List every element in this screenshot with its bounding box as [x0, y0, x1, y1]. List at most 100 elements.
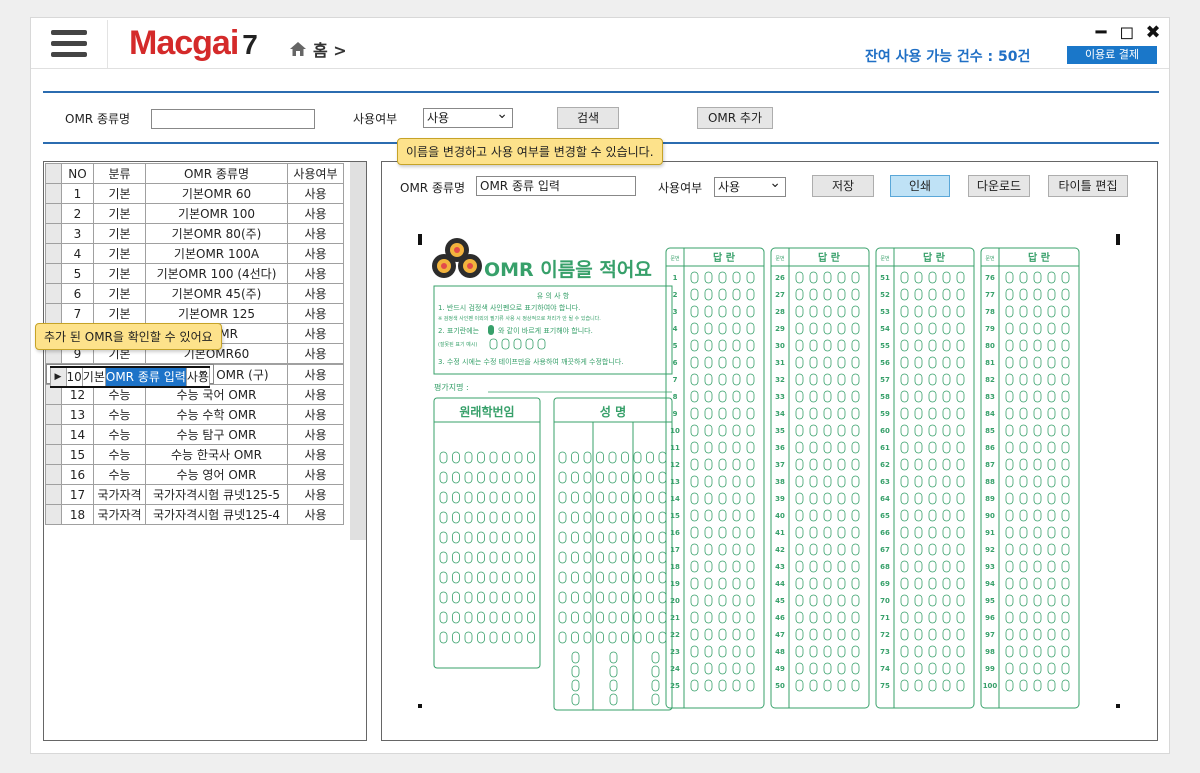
- cell-no[interactable]: 1: [61, 183, 94, 204]
- table-row[interactable]: 2 기본 기본OMR 100 사용: [45, 203, 344, 224]
- pay-button[interactable]: 이용료 결제: [1067, 46, 1157, 64]
- cell-use[interactable]: 사용: [287, 444, 344, 465]
- cell-omr-name[interactable]: 기본OMR 100 (4선다): [145, 263, 288, 284]
- cell-category[interactable]: 수능: [93, 424, 146, 445]
- cell-category[interactable]: 기본: [93, 243, 146, 264]
- table-row[interactable]: 7 기본 기본OMR 125 사용: [45, 303, 344, 324]
- table-row[interactable]: 17 국가자격 국가자격시험 큐넷125-5 사용: [45, 484, 344, 505]
- column-header-no[interactable]: NO: [61, 163, 94, 184]
- cell-omr-name[interactable]: 기본OMR 80(주): [145, 223, 288, 244]
- cell-category[interactable]: 기본: [93, 263, 146, 284]
- table-row[interactable]: 14 수능 수능 탐구 OMR 사용: [45, 424, 344, 445]
- row-header[interactable]: [45, 303, 62, 324]
- table-row[interactable]: 16 수능 수능 영어 OMR 사용: [45, 464, 344, 485]
- cell-use[interactable]: 사용: [287, 424, 344, 445]
- row-header[interactable]: [45, 263, 62, 284]
- cell-omr-name[interactable]: 기본OMR 125: [145, 303, 288, 324]
- cell-category[interactable]: 기본: [81, 366, 106, 388]
- row-header[interactable]: [45, 484, 62, 505]
- cell-category[interactable]: 기본: [93, 203, 146, 224]
- cell-no[interactable]: 17: [61, 484, 94, 505]
- cell-omr-name[interactable]: OMR 종류 입력: [104, 366, 187, 388]
- table-row[interactable]: 6 기본 기본OMR 45(주) 사용: [45, 283, 344, 304]
- table-row[interactable]: 18 국가자격 국가자격시험 큐넷125-4 사용: [45, 504, 344, 525]
- editor-name-input[interactable]: OMR 종류 입력: [476, 176, 636, 196]
- cell-category[interactable]: 수능: [93, 444, 146, 465]
- cell-omr-name[interactable]: 기본OMR 45(주): [145, 283, 288, 304]
- cell-use[interactable]: 사용: [287, 183, 344, 204]
- table-row[interactable]: 4 기본 기본OMR 100A 사용: [45, 243, 344, 264]
- cell-omr-name[interactable]: 기본OMR 100A: [145, 243, 288, 264]
- cell-no[interactable]: 10: [65, 366, 83, 388]
- cell-category[interactable]: 국가자격: [93, 504, 146, 525]
- cell-no[interactable]: 2: [61, 203, 94, 224]
- cell-use[interactable]: 사용: [287, 484, 344, 505]
- row-header[interactable]: [45, 464, 62, 485]
- cell-use[interactable]: 사용: [287, 364, 344, 385]
- cell-omr-name[interactable]: 기본OMR 60: [145, 183, 288, 204]
- column-header-omr-name[interactable]: OMR 종류명: [145, 163, 288, 184]
- cell-omr-name[interactable]: 국가자격시험 큐넷125-5: [145, 484, 288, 505]
- search-button[interactable]: 검색: [557, 107, 619, 129]
- table-row[interactable]: 5 기본 기본OMR 100 (4선다) 사용: [45, 263, 344, 284]
- cell-use[interactable]: 사용: [287, 464, 344, 485]
- cell-use[interactable]: 사용: [185, 366, 210, 388]
- cell-omr-name[interactable]: 수능 수학 OMR: [145, 404, 288, 425]
- cell-omr-name[interactable]: 수능 탐구 OMR: [145, 424, 288, 445]
- cell-category[interactable]: 기본: [93, 303, 146, 324]
- cell-category[interactable]: 기본: [93, 223, 146, 244]
- cell-omr-name[interactable]: 국가자격시험 큐넷125-4: [145, 504, 288, 525]
- maximize-icon[interactable]: ◻: [1119, 22, 1135, 43]
- row-header[interactable]: [45, 504, 62, 525]
- cell-no[interactable]: 15: [61, 444, 94, 465]
- column-header-category[interactable]: 분류: [93, 163, 146, 184]
- cell-no[interactable]: 3: [61, 223, 94, 244]
- cell-category[interactable]: 기본: [93, 283, 146, 304]
- add-omr-button[interactable]: OMR 추가: [697, 107, 773, 129]
- row-header[interactable]: [45, 223, 62, 244]
- row-header[interactable]: [45, 203, 62, 224]
- cell-omr-name[interactable]: 수능 한국사 OMR: [145, 444, 288, 465]
- table-row[interactable]: ▶ 10 기본 OMR 종류 입력 사용: [45, 362, 214, 388]
- cell-use[interactable]: 사용: [287, 343, 344, 364]
- title-edit-button[interactable]: 타이틀 편집: [1048, 175, 1128, 197]
- table-row[interactable]: 1 기본 기본OMR 60 사용: [45, 183, 344, 204]
- cell-no[interactable]: 4: [61, 243, 94, 264]
- column-header-use[interactable]: 사용여부: [287, 163, 344, 184]
- cell-no[interactable]: 6: [61, 283, 94, 304]
- list-scrollbar[interactable]: [350, 162, 366, 540]
- cell-omr-name[interactable]: 수능 영어 OMR: [145, 464, 288, 485]
- cell-use[interactable]: 사용: [287, 303, 344, 324]
- cell-use[interactable]: 사용: [287, 504, 344, 525]
- omr-name-search-input[interactable]: [151, 109, 315, 129]
- row-header[interactable]: [45, 444, 62, 465]
- cell-use[interactable]: 사용: [287, 263, 344, 284]
- close-icon[interactable]: ✖: [1145, 22, 1161, 43]
- cell-omr-name[interactable]: 기본OMR 100: [145, 203, 288, 224]
- row-header[interactable]: [45, 183, 62, 204]
- cell-use[interactable]: 사용: [287, 283, 344, 304]
- menu-icon[interactable]: [51, 30, 87, 58]
- cell-use[interactable]: 사용: [287, 243, 344, 264]
- cell-no[interactable]: 18: [61, 504, 94, 525]
- cell-use[interactable]: 사용: [287, 203, 344, 224]
- cell-use[interactable]: 사용: [287, 384, 344, 405]
- cell-no[interactable]: 5: [61, 263, 94, 284]
- cell-category[interactable]: 수능: [93, 404, 146, 425]
- cell-category[interactable]: 기본: [93, 183, 146, 204]
- use-select[interactable]: 사용: [423, 106, 513, 128]
- download-button[interactable]: 다운로드: [968, 175, 1030, 197]
- save-button[interactable]: 저장: [812, 175, 874, 197]
- table-row[interactable]: 13 수능 수능 수학 OMR 사용: [45, 404, 344, 425]
- cell-use[interactable]: 사용: [287, 404, 344, 425]
- table-row[interactable]: 15 수능 수능 한국사 OMR 사용: [45, 444, 344, 465]
- cell-use[interactable]: 사용: [287, 223, 344, 244]
- cell-use[interactable]: 사용: [287, 323, 344, 344]
- cell-no[interactable]: 16: [61, 464, 94, 485]
- table-row[interactable]: 3 기본 기본OMR 80(주) 사용: [45, 223, 344, 244]
- cell-no[interactable]: 13: [61, 404, 94, 425]
- cell-no[interactable]: 14: [61, 424, 94, 445]
- row-header[interactable]: [45, 404, 62, 425]
- row-header[interactable]: [45, 424, 62, 445]
- breadcrumb[interactable]: 홈 >: [289, 37, 347, 61]
